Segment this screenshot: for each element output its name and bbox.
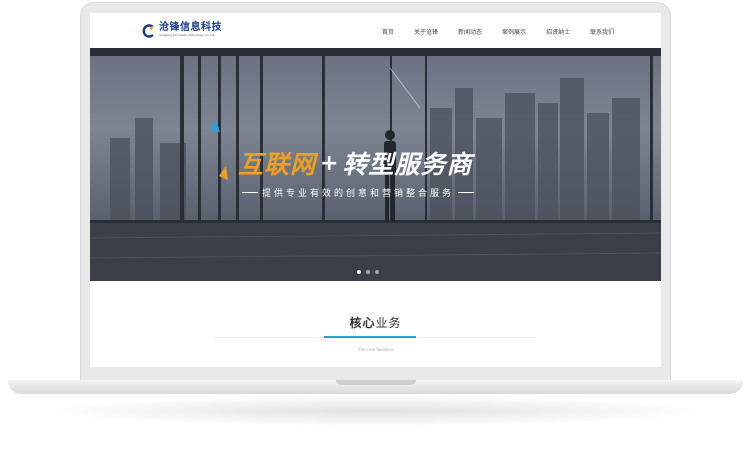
slogan-main: 转型服务商 <box>342 150 473 179</box>
logo-subtitle: Cangfeng Information Technology Co.,Ltd. <box>159 33 216 37</box>
section-accent-bar <box>324 336 416 338</box>
laptop-screen: 沧锋信息科技 Cangfeng Information Technology C… <box>90 13 661 367</box>
carousel-dot-2[interactable] <box>366 270 370 274</box>
section-title-bold: 核心 <box>349 316 376 330</box>
logo-mark-icon <box>142 23 156 38</box>
laptop-shadow <box>40 396 711 426</box>
laptop-notch <box>336 380 416 385</box>
slogan-highlight: 互联网 <box>238 150 317 179</box>
carousel-dot-3[interactable] <box>375 270 379 274</box>
carousel-pagination <box>357 270 384 274</box>
nav-contact[interactable]: 联系我们 <box>590 27 614 36</box>
nav-about[interactable]: 关于沧锋 <box>414 27 438 36</box>
section-title: 核心业务 <box>90 314 661 331</box>
section-title-rest: 业务 <box>375 316 402 330</box>
slogan-plus: + <box>320 150 339 176</box>
section-subtitle: The core business <box>357 348 394 353</box>
slogan-subtitle: 提供专业有效的创意和营销整合服务 <box>262 189 455 199</box>
nav-home[interactable]: 首页 <box>382 27 394 36</box>
site-logo[interactable]: 沧锋信息科技 Cangfeng Information Technology C… <box>142 22 222 38</box>
nav-cases[interactable]: 案例展示 <box>502 27 526 36</box>
site-header: 沧锋信息科技 Cangfeng Information Technology C… <box>90 13 661 48</box>
hero-banner: 互联网 + 转型服务商 提供专业有效的创意和营销整合服务 <box>90 48 661 281</box>
nav-careers[interactable]: 招贤纳士 <box>546 27 570 36</box>
slogan-right-line <box>458 192 475 193</box>
main-nav: 首页 关于沧锋 新闻动态 案例展示 招贤纳士 联系我们 <box>382 27 634 36</box>
hero-slogan: 互联网 + 转型服务商 提供专业有效的创意和营销整合服务 <box>238 145 528 199</box>
logo-name: 沧锋信息科技 <box>159 22 222 33</box>
nav-news[interactable]: 新闻动态 <box>458 27 482 36</box>
carousel-dot-1[interactable] <box>357 270 361 274</box>
slogan-left-line <box>242 192 258 193</box>
